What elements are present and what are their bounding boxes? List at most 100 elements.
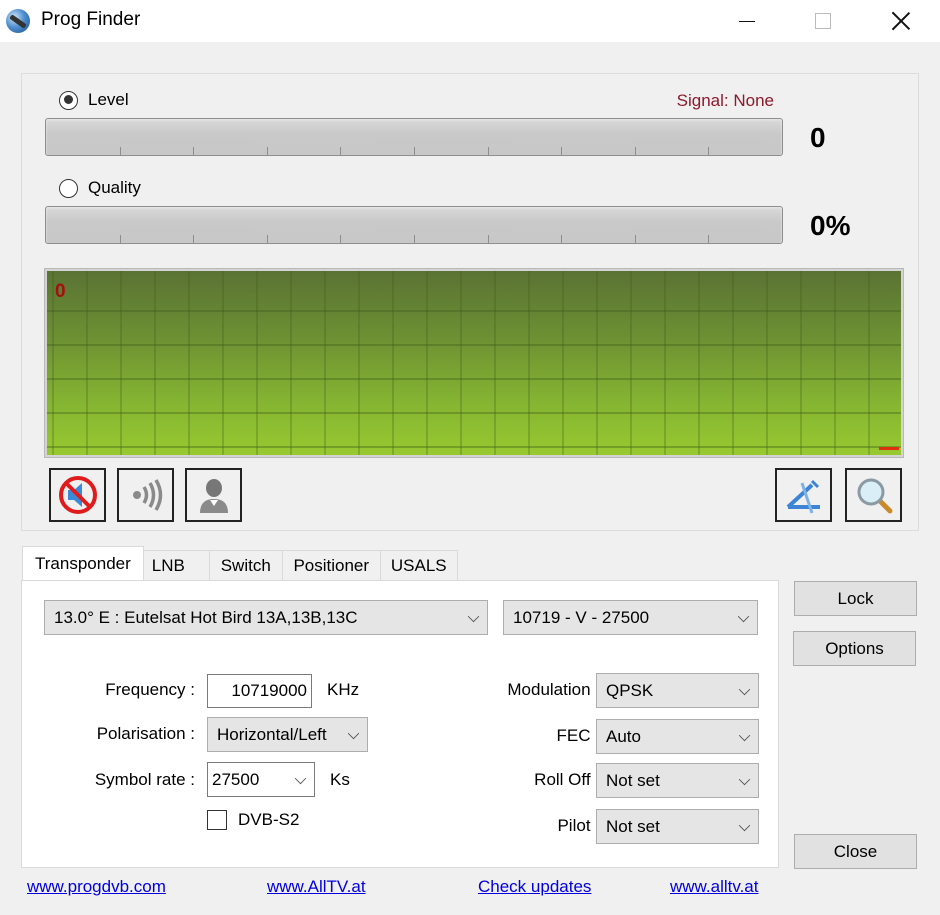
fec-select[interactable]: Auto — [596, 719, 759, 754]
progdvb-link[interactable]: www.progdvb.com — [27, 877, 166, 897]
tab-transponder[interactable]: Transponder — [22, 546, 144, 580]
chevron-down-icon — [294, 772, 307, 785]
frequency-input[interactable]: 10719000 — [207, 674, 312, 708]
progress-tick — [635, 235, 636, 243]
roll-off-select[interactable]: Not set — [596, 763, 759, 798]
signal-panel: Level Signal: None 0 Quality 0% 0 — [21, 73, 919, 531]
graph-grid — [47, 271, 901, 455]
transponder-tab-page: 13.0° E : Eutelsat Hot Bird 13A,13B,13C … — [21, 580, 779, 868]
mute-button[interactable] — [49, 468, 106, 522]
signal-status: Signal: None — [676, 91, 774, 110]
polarisation-label: Polarisation : — [96, 724, 195, 743]
maximize-icon — [815, 13, 831, 29]
transponder-select[interactable]: 10719 - V - 27500 — [503, 600, 758, 635]
mute-icon — [58, 476, 97, 514]
user-button[interactable] — [185, 468, 242, 522]
level-radio[interactable]: Level — [59, 90, 129, 110]
quality-radio-label: Quality — [88, 178, 141, 197]
progress-tick — [488, 147, 489, 155]
roll-off-label: Roll Off : — [534, 770, 600, 789]
window-title: Prog Finder — [41, 9, 141, 30]
magnifier-icon — [857, 478, 892, 514]
progress-tick — [708, 147, 709, 155]
pilot-label: Pilot : — [557, 816, 600, 835]
close-button[interactable]: Close — [794, 834, 917, 869]
minimize-button[interactable] — [724, 0, 770, 42]
pilot-select[interactable]: Not set — [596, 809, 759, 844]
dvbs2-checkbox[interactable]: DVB-S2 — [207, 810, 299, 830]
polarisation-select[interactable]: Horizontal/Left — [207, 717, 368, 752]
progress-tick — [414, 147, 415, 155]
progress-tick — [193, 235, 194, 243]
satellite-select-value: 13.0° E : Eutelsat Hot Bird 13A,13B,13C — [54, 607, 358, 627]
progress-tick — [414, 235, 415, 243]
search-button[interactable] — [845, 468, 902, 522]
progress-tick — [267, 235, 268, 243]
modulation-label: Modulation : — [507, 680, 600, 699]
chevron-down-icon — [738, 773, 751, 786]
progress-tick — [120, 147, 121, 155]
check-updates-link[interactable]: Check updates — [478, 877, 591, 897]
dvbs2-label: DVB-S2 — [238, 810, 300, 829]
signal-sound-button[interactable] — [117, 468, 174, 522]
progress-tick — [635, 147, 636, 155]
lock-button[interactable]: Lock — [794, 581, 917, 616]
symbol-rate-value: 27500 — [212, 769, 260, 789]
pilot-select-value: Not set — [606, 816, 660, 836]
alltv-link[interactable]: www.AllTV.at — [267, 877, 366, 897]
progress-tick — [120, 235, 121, 243]
close-icon — [891, 11, 911, 31]
chevron-down-icon — [738, 729, 751, 742]
maximize-button[interactable] — [800, 0, 846, 42]
roll-off-select-value: Not set — [606, 770, 660, 790]
tab-usals[interactable]: USALS — [379, 550, 458, 580]
level-radio-label: Level — [88, 90, 129, 109]
graph-value-label: 0 — [55, 281, 66, 302]
frequency-unit: KHz — [327, 680, 360, 699]
progress-tick — [340, 235, 341, 243]
minimize-icon — [739, 20, 755, 22]
level-value: 0 — [810, 122, 826, 153]
modulation-select-value: QPSK — [606, 680, 654, 700]
modulation-select[interactable]: QPSK — [596, 673, 759, 708]
level-progress-bar — [45, 118, 783, 156]
progress-tick — [708, 235, 709, 243]
chevron-down-icon — [467, 610, 480, 623]
radio-indicator — [59, 90, 78, 110]
checkbox-box — [207, 810, 227, 830]
tab-positioner[interactable]: Positioner — [281, 550, 381, 580]
tab-lnb[interactable]: LNB — [142, 550, 210, 580]
frequency-label: Frequency : — [105, 680, 195, 699]
progress-tick — [561, 147, 562, 155]
satellite-select[interactable]: 13.0° E : Eutelsat Hot Bird 13A,13B,13C — [44, 600, 488, 635]
user-icon — [199, 479, 228, 513]
chevron-down-icon — [347, 727, 360, 740]
fec-label: FEC : — [556, 726, 600, 745]
quality-radio[interactable]: Quality — [59, 178, 141, 198]
close-window-button[interactable] — [878, 0, 924, 42]
radio-indicator — [59, 178, 78, 198]
chevron-down-icon — [738, 683, 751, 696]
options-button[interactable]: Options — [793, 631, 916, 666]
dish-align-button[interactable] — [775, 468, 832, 522]
polarisation-select-value: Horizontal/Left — [217, 724, 327, 744]
dish-align-icon — [786, 479, 820, 514]
symbol-rate-label: Symbol rate : — [94, 770, 195, 789]
chevron-down-icon — [737, 610, 750, 623]
signal-marker — [879, 447, 899, 450]
signal-wave-icon — [132, 479, 162, 511]
progress-tick — [340, 147, 341, 155]
alltv-lowercase-link[interactable]: www.alltv.at — [670, 877, 759, 897]
symbol-rate-select[interactable]: 27500 — [207, 762, 315, 797]
symbol-rate-unit: Ks — [330, 770, 350, 789]
progress-tick — [267, 147, 268, 155]
settings-tabs: Transponder LNB Switch Positioner USALS — [22, 546, 458, 580]
fec-select-value: Auto — [606, 726, 641, 746]
tab-switch[interactable]: Switch — [208, 550, 283, 580]
app-globe-icon — [6, 9, 30, 33]
quality-value: 0% — [810, 210, 851, 241]
progress-tick — [488, 235, 489, 243]
progress-tick — [561, 235, 562, 243]
transponder-select-value: 10719 - V - 27500 — [513, 607, 650, 627]
chevron-down-icon — [738, 819, 751, 832]
